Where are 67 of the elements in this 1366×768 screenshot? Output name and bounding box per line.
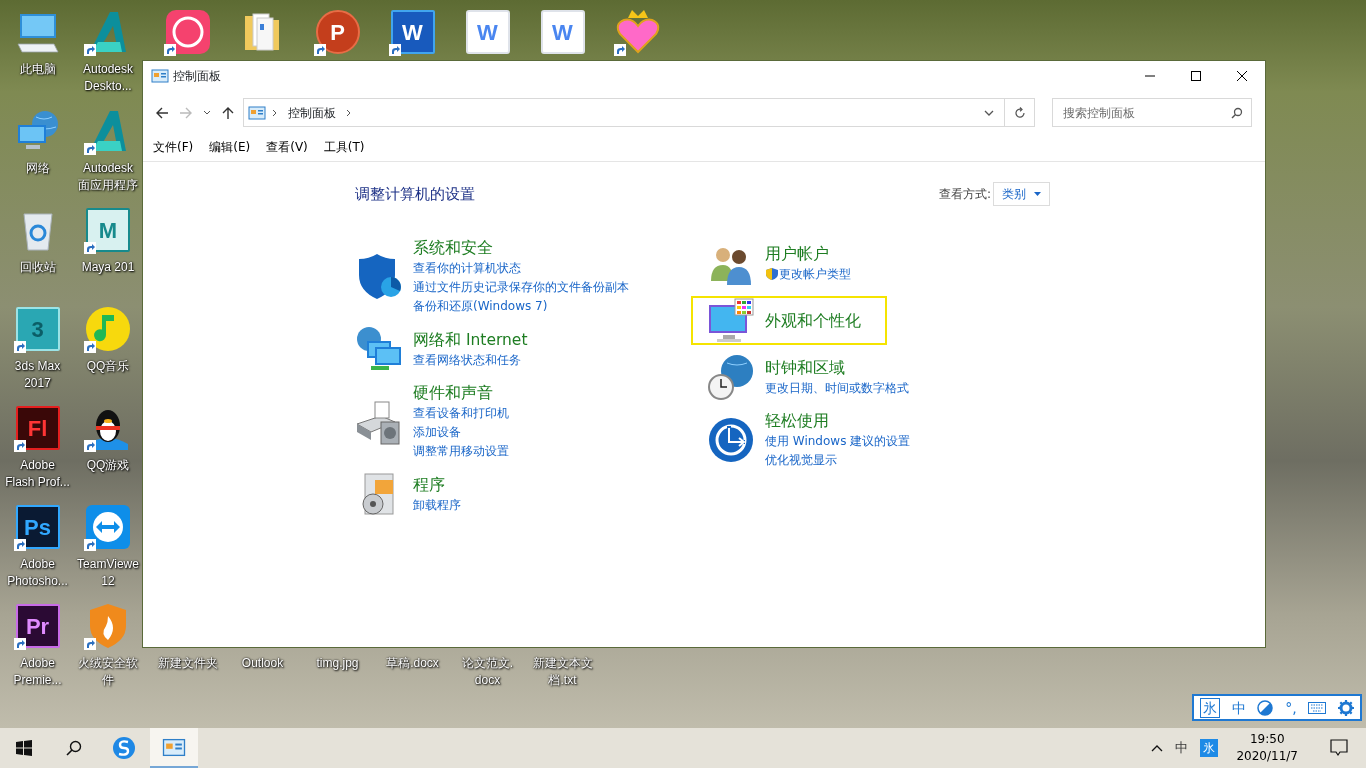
task-link[interactable]: 优化视觉显示 [765,451,837,470]
icon-label: QQ游戏 [86,457,130,474]
task-link[interactable]: 通过文件历史记录保存你的文件备份副本 [413,278,629,297]
icon-label: 火绒安全软件 [77,655,139,689]
task-link[interactable]: 备份和还原(Windows 7) [413,297,548,316]
icon-label: 草稿.docx [386,655,439,672]
document-icon[interactable]: W [540,10,585,54]
icon-label: 论文范文. docx [461,655,514,689]
view-by-label: 查看方式: [938,186,991,203]
clock[interactable]: 19:50 2020/11/7 [1230,731,1304,765]
input-mode-toggle[interactable]: 中 [1231,698,1246,717]
icon-label: Maya 201 [81,259,135,276]
flash-icon[interactable]: Fl [15,406,60,450]
icon-label: TeamViewe 12 [77,556,139,590]
category-link[interactable]: 网络和 Internet [413,328,528,351]
icon-label: 新建文件夹 [157,655,218,672]
category-link[interactable]: 用户帐户 [765,242,829,265]
category-link[interactable]: 硬件和声音 [413,382,493,404]
premiere-icon[interactable]: Pr [15,604,60,648]
icon-label: Adobe Premie... [13,655,62,689]
category-link[interactable]: 时钟和区域 [765,356,845,379]
breadcrumb[interactable]: 控制面板 [284,103,340,122]
category-link[interactable]: 轻松使用 [765,410,829,432]
menu-item[interactable]: 工具(T) [319,136,369,158]
icon-label: Adobe Photosho... [7,556,68,590]
icon-label: Outlook [241,655,284,672]
icon-label: timg.jpg [316,655,359,672]
task-link[interactable]: 查看你的计算机状态 [413,259,521,278]
task-link[interactable]: 使用 Windows 建议的设置 [765,432,911,451]
word-icon[interactable]: W [390,10,435,54]
punctuation-toggle[interactable]: °, [1285,698,1297,717]
document-icon[interactable]: W [465,10,510,54]
page-heading: 调整计算机的设置 [355,183,475,205]
icon-label: 回收站 [19,259,56,276]
clock-time: 19:50 [1248,731,1286,748]
task-link[interactable]: 查看设备和打印机 [413,404,509,423]
address-bar[interactable]: 控制面板 [243,98,1035,127]
category-link[interactable]: 程序 [413,473,445,496]
window-title: 控制面板 [173,68,221,85]
category-link[interactable]: 外观和个性化 [765,309,861,332]
category-link[interactable]: 系统和安全 [413,237,493,259]
view-by-dropdown[interactable]: 类别 [993,182,1050,206]
icon-label: Adobe Flash Prof... [5,457,70,491]
ime-logo[interactable]: 氷 [1199,697,1220,718]
icon-label: 网络 [25,160,50,177]
icon-label: 3ds Max 2017 [14,358,61,392]
icon-label: 此电脑 [19,61,56,78]
ime-tray-icon[interactable]: 氷 [1200,739,1219,757]
task-link[interactable]: 调整常用移动设置 [413,442,509,461]
task-link[interactable]: 卸载程序 [413,495,461,515]
menu-item[interactable]: 查看(V) [262,136,312,158]
powerpoint-icon[interactable]: P [315,10,360,54]
clock-date: 2020/11/7 [1236,748,1298,765]
icon-label: QQ音乐 [86,358,130,375]
photoshop-icon[interactable]: Ps [15,505,60,549]
task-link[interactable]: 更改日期、时间或数字格式 [765,378,909,398]
maya-icon[interactable]: M [86,208,130,252]
task-link[interactable]: 查看网络状态和任务 [413,350,521,370]
task-link[interactable]: 更改帐户类型 [779,264,851,284]
icon-label: Autodesk Deskto... [82,61,133,95]
menu-item[interactable]: 文件(F) [149,136,198,158]
menu-item[interactable]: 编辑(E) [205,136,255,158]
search-field[interactable]: 搜索控制面板 [1052,98,1252,127]
icon-label: Autodesk 面应用程序 [78,160,138,194]
task-link[interactable]: 添加设备 [413,423,461,442]
input-mode-indicator[interactable]: 中 [1175,738,1189,758]
icon-label: 新建文本文档.txt [531,655,594,689]
